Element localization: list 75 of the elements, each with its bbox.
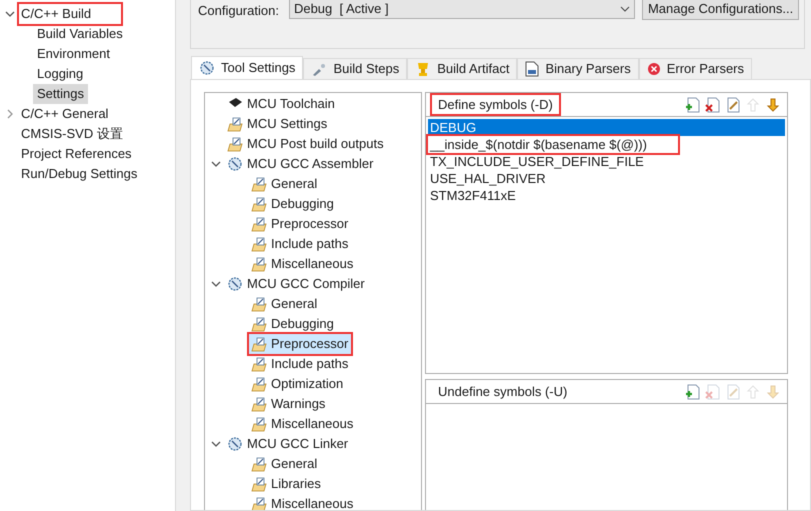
folder-wrench-icon (251, 196, 267, 212)
folder-wrench-icon (251, 456, 267, 472)
nav-item[interactable]: Build Variables (33, 24, 127, 44)
tree-item[interactable]: General (249, 174, 320, 194)
tree-item[interactable]: General (249, 454, 320, 474)
tree-item[interactable]: Include paths (249, 354, 352, 374)
tab[interactable]: Build Steps (303, 58, 408, 79)
folder-wrench-icon (251, 176, 267, 192)
brush-icon (311, 61, 328, 77)
configuration-dropdown[interactable]: Debug [ Active ] (288, 0, 635, 19)
folder-wrench-icon (251, 476, 267, 492)
folder-wrench-icon (227, 116, 243, 132)
tree-item[interactable]: Optimization (249, 374, 346, 394)
tree-item[interactable]: Miscellaneous (249, 494, 356, 510)
tree-item[interactable]: Debugging (249, 314, 337, 334)
tree-item[interactable]: Miscellaneous (249, 254, 356, 274)
tree-item[interactable]: Preprocessor (249, 214, 352, 234)
tree-item[interactable]: Libraries (249, 474, 324, 494)
nav-item[interactable]: C/C++ Build (19, 4, 122, 24)
chevron-down-icon[interactable] (211, 439, 221, 449)
symbol-item[interactable]: TX_INCLUDE_USER_DEFINE_FILE (428, 153, 785, 170)
tab[interactable]: Build Artifact (407, 58, 518, 79)
tree-item[interactable]: Include paths (249, 234, 352, 254)
tree-item[interactable]: Warnings (249, 394, 328, 414)
error-icon (646, 62, 661, 76)
tree-item[interactable]: MCU GCC Linker (225, 434, 352, 454)
nav-item[interactable]: CMSIS-SVD 设置 (19, 124, 125, 144)
nav-item[interactable]: Logging (33, 64, 88, 84)
folder-wrench-icon (251, 416, 267, 432)
nav-item[interactable]: Settings (33, 84, 88, 104)
add-icon[interactable] (685, 384, 701, 400)
tree-item[interactable]: Preprocessor (249, 334, 352, 354)
folder-wrench-icon (251, 236, 267, 252)
nav-item[interactable]: Run/Debug Settings (19, 164, 140, 184)
edit-icon[interactable] (725, 96, 741, 112)
chevron-down-icon[interactable] (5, 9, 15, 19)
add-icon[interactable] (685, 96, 701, 112)
dropdown-caret-icon (620, 6, 630, 12)
tree-item[interactable]: General (249, 294, 320, 314)
nav-item[interactable]: Project References (19, 144, 134, 164)
tree-item[interactable]: MCU GCC Compiler (225, 274, 368, 294)
folder-wrench-icon (251, 396, 267, 412)
nav-item[interactable]: C/C++ General (19, 104, 110, 124)
chevron-down-icon[interactable] (211, 279, 221, 289)
tree-item[interactable]: Miscellaneous (249, 414, 356, 434)
folder-wrench-icon (251, 316, 267, 332)
folder-wrench-icon (251, 376, 267, 392)
move-down-icon[interactable] (765, 96, 781, 112)
folder-wrench-icon (251, 296, 267, 312)
folder-wrench-icon (251, 356, 267, 372)
folder-wrench-icon (251, 336, 267, 352)
binary-file-icon (525, 61, 540, 77)
nav-item[interactable]: Environment (33, 44, 114, 64)
tree-item[interactable]: MCU Toolchain (225, 94, 338, 114)
chevron-down-icon[interactable] (211, 159, 221, 169)
symbol-item[interactable]: DEBUG (428, 119, 785, 136)
tree-item[interactable]: Debugging (249, 194, 337, 214)
symbol-item[interactable]: __inside_$(notdir $(basename $(@))) (428, 136, 678, 153)
folder-wrench-icon (251, 216, 267, 232)
section-title: Define symbols (-D) (430, 92, 561, 116)
tree-item[interactable]: MCU GCC Assembler (225, 154, 376, 174)
folder-wrench-icon (251, 256, 267, 272)
symbol-item[interactable]: STM32F411xE (428, 187, 785, 204)
manage-configurations-button[interactable]: Manage Configurations... (642, 0, 800, 20)
folder-wrench-icon (227, 136, 243, 152)
section-title: Undefine symbols (-U) (437, 382, 568, 401)
tab[interactable]: Tool Settings (191, 56, 304, 79)
tree-item[interactable]: MCU Post build outputs (225, 134, 387, 154)
chevron-right-icon[interactable] (5, 109, 15, 119)
symbol-item[interactable]: USE_HAL_DRIVER (428, 170, 785, 187)
tab[interactable]: Error Parsers (638, 58, 752, 79)
tab[interactable]: Binary Parsers (517, 58, 639, 79)
configuration-label: Configuration: (198, 2, 279, 20)
tree-item[interactable]: MCU Settings (225, 114, 330, 134)
delete-icon[interactable] (705, 96, 721, 112)
